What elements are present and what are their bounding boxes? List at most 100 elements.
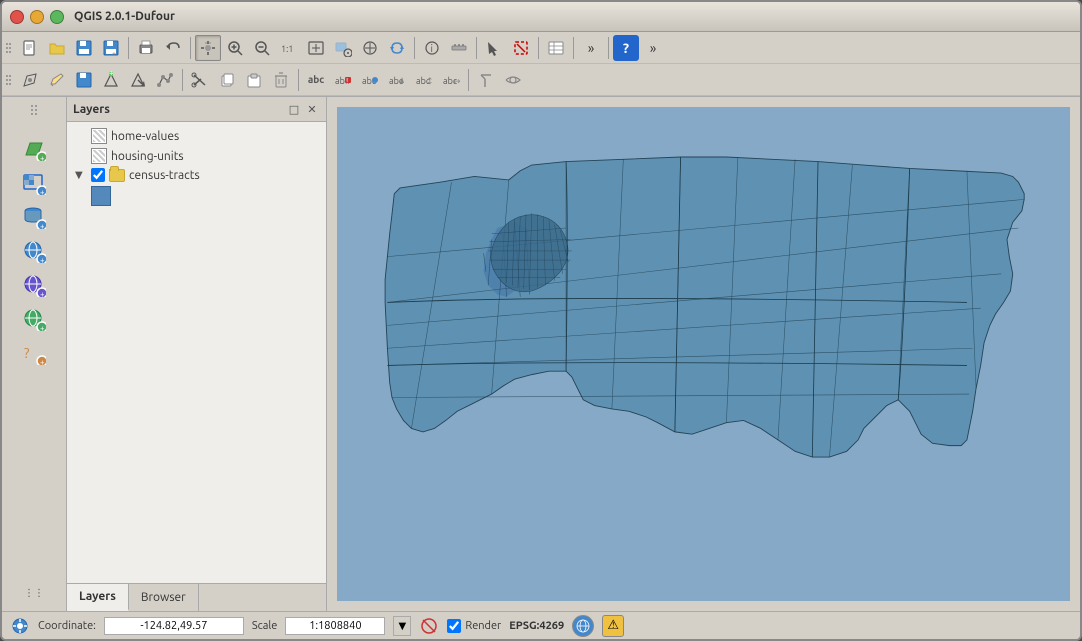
left-grip bbox=[23, 105, 45, 127]
label-tool-1-button[interactable]: abc bbox=[303, 67, 329, 93]
crs-globe-button[interactable] bbox=[572, 615, 594, 637]
tab-browser[interactable]: Browser bbox=[129, 584, 199, 611]
label-tool-4-button[interactable]: abc bbox=[384, 67, 410, 93]
help-button[interactable]: ? bbox=[613, 35, 639, 61]
census-tracts-sublayer bbox=[91, 186, 322, 206]
cut-features-button[interactable] bbox=[187, 67, 213, 93]
census-tracts-folder-icon bbox=[109, 169, 125, 182]
add-feature-button[interactable]: + bbox=[98, 67, 124, 93]
move-feature-button[interactable] bbox=[125, 67, 151, 93]
map-canvas bbox=[337, 107, 1070, 601]
more-button[interactable]: » bbox=[578, 35, 604, 61]
svg-text:+: + bbox=[40, 324, 45, 331]
layers-close-button[interactable]: ✕ bbox=[304, 101, 320, 117]
paste-features-button[interactable] bbox=[241, 67, 267, 93]
zoom-selection-button[interactable] bbox=[330, 35, 356, 61]
zoom-out-button[interactable] bbox=[249, 35, 275, 61]
label-tool-5-button[interactable]: abc↕ bbox=[411, 67, 437, 93]
new-project-button[interactable] bbox=[17, 35, 43, 61]
scale-value[interactable]: 1:1808840 bbox=[285, 617, 385, 635]
layer-name-home-values: home-values bbox=[111, 130, 179, 143]
copy-features-button[interactable] bbox=[214, 67, 240, 93]
refresh-button[interactable] bbox=[384, 35, 410, 61]
sep-2 bbox=[190, 37, 191, 59]
collapse-panel-button[interactable]: ⋮⋮ bbox=[24, 587, 44, 599]
node-tool-button[interactable] bbox=[152, 67, 178, 93]
location-icon[interactable] bbox=[10, 616, 30, 636]
sep-8 bbox=[182, 69, 183, 91]
layer-item-housing-units[interactable]: housing-units bbox=[71, 146, 322, 166]
add-vector-layer-button[interactable]: + bbox=[18, 133, 50, 165]
label-tool-2-button[interactable]: abc! bbox=[330, 67, 356, 93]
render-checkbox[interactable] bbox=[447, 619, 461, 633]
zoom-in-button[interactable] bbox=[222, 35, 248, 61]
undo-button[interactable] bbox=[160, 35, 186, 61]
toolbar-grip-2 bbox=[6, 69, 14, 91]
pin-button[interactable] bbox=[473, 67, 499, 93]
label-tool-6-button[interactable]: abc↔ bbox=[438, 67, 464, 93]
add-db-layer-button[interactable]: + bbox=[18, 201, 50, 233]
svg-text:+: + bbox=[40, 290, 45, 297]
digitize-button[interactable] bbox=[17, 67, 43, 93]
census-tracts-expand-icon[interactable]: ▼ bbox=[75, 169, 87, 181]
svg-text:i: i bbox=[431, 43, 433, 54]
census-tracts-visibility-checkbox[interactable] bbox=[91, 168, 105, 182]
toolbar-grip-1 bbox=[6, 37, 14, 59]
svg-text:+: + bbox=[40, 188, 45, 195]
layer-icon-housing-units bbox=[91, 148, 107, 164]
close-button[interactable] bbox=[10, 10, 24, 24]
layer-name-census-tracts: census-tracts bbox=[129, 169, 200, 182]
coordinate-value[interactable]: -124.82,49.57 bbox=[104, 617, 244, 635]
svg-text:+: + bbox=[109, 71, 114, 78]
edit-pencil-button[interactable] bbox=[44, 67, 70, 93]
layer-icon-home-values bbox=[91, 128, 107, 144]
tab-layers[interactable]: Layers bbox=[67, 584, 129, 611]
statusbar: Coordinate: -124.82,49.57 Scale 1:180884… bbox=[2, 611, 1080, 639]
zoom-full-button[interactable] bbox=[303, 35, 329, 61]
warning-button[interactable]: ⚠ bbox=[602, 615, 624, 637]
attr-table-button[interactable] bbox=[543, 35, 569, 61]
svg-text:+: + bbox=[40, 154, 45, 161]
label-tool-3-button[interactable]: abc bbox=[357, 67, 383, 93]
other-layer-group: ?+ bbox=[18, 337, 50, 369]
svg-text:+: + bbox=[40, 358, 45, 365]
print-button[interactable] bbox=[133, 35, 159, 61]
svg-text:?: ? bbox=[24, 345, 30, 361]
show-hide-button[interactable] bbox=[500, 67, 526, 93]
no-rotation-icon[interactable] bbox=[419, 616, 439, 636]
wfs-layer-group: + bbox=[18, 269, 50, 301]
add-other-layer-button[interactable]: ?+ bbox=[18, 337, 50, 369]
layer-item-home-values[interactable]: home-values bbox=[71, 126, 322, 146]
scale-dropdown-button[interactable]: ▼ bbox=[393, 616, 411, 636]
save-project-button[interactable] bbox=[71, 35, 97, 61]
measure-button[interactable] bbox=[446, 35, 472, 61]
sep-1 bbox=[128, 37, 129, 59]
maximize-button[interactable] bbox=[50, 10, 64, 24]
open-project-button[interactable] bbox=[44, 35, 70, 61]
add-wms-layer-button[interactable]: + bbox=[18, 235, 50, 267]
select-button[interactable] bbox=[481, 35, 507, 61]
pan-to-selection-button[interactable] bbox=[357, 35, 383, 61]
save-as-button[interactable]: + bbox=[98, 35, 124, 61]
coordinate-label: Coordinate: bbox=[38, 620, 96, 632]
add-wcs-layer-button[interactable]: + bbox=[18, 303, 50, 335]
zoom-actual-button[interactable]: 1:1 bbox=[276, 35, 302, 61]
add-wfs-layer-button[interactable]: + bbox=[18, 269, 50, 301]
minimize-button[interactable] bbox=[30, 10, 44, 24]
identify-button[interactable]: i bbox=[419, 35, 445, 61]
add-raster-layer-button[interactable]: + bbox=[18, 167, 50, 199]
raster-layer-group: + bbox=[18, 167, 50, 199]
layers-help-button[interactable]: □ bbox=[286, 101, 302, 117]
wms-layer-group: + bbox=[18, 235, 50, 267]
window-title: QGIS 2.0.1-Dufour bbox=[74, 10, 175, 23]
layer-item-census-tracts[interactable]: ▼ census-tracts bbox=[71, 166, 322, 184]
deselect-button[interactable] bbox=[508, 35, 534, 61]
pan-tool-button[interactable] bbox=[195, 35, 221, 61]
svg-text:+: + bbox=[112, 50, 116, 57]
extend-button[interactable]: » bbox=[640, 35, 666, 61]
save-layer-edits-button[interactable] bbox=[71, 67, 97, 93]
map-svg bbox=[337, 107, 1070, 601]
map-area[interactable] bbox=[327, 97, 1080, 611]
toolbars: + 1:1 bbox=[2, 32, 1080, 97]
delete-selected-button[interactable] bbox=[268, 67, 294, 93]
